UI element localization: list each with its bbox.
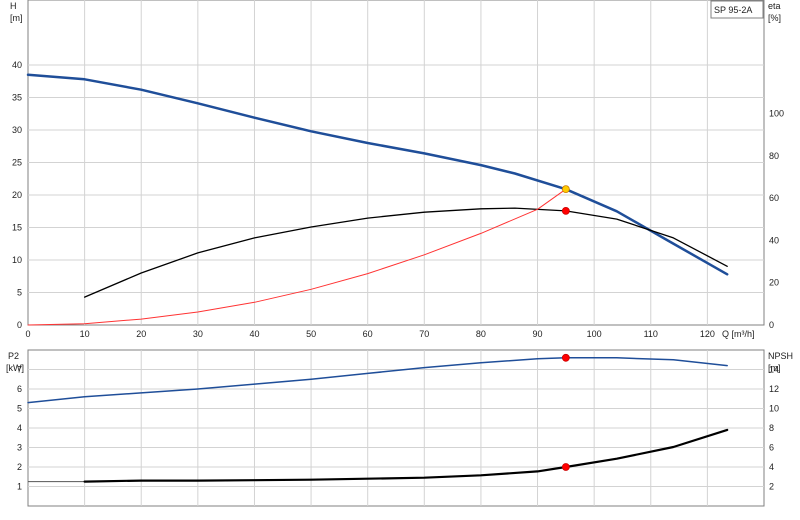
bottom-left-axis-label-line2: [kW] <box>6 363 24 373</box>
x-tick-label: 30 <box>193 329 203 339</box>
y-right-tick-label: 10 <box>769 404 779 414</box>
y-left-tick-label: 2 <box>17 462 22 472</box>
x-tick-label: 90 <box>533 329 543 339</box>
y-left-tick-label: 5 <box>17 288 22 298</box>
x-tick-label: 50 <box>306 329 316 339</box>
y-left-tick-label: 20 <box>12 190 22 200</box>
top-left-axis-label-line1: H <box>10 1 17 11</box>
x-tick-label: 0 <box>25 329 30 339</box>
x-tick-label: 80 <box>476 329 486 339</box>
y-left-tick-label: 4 <box>17 423 22 433</box>
y-right-tick-label: 20 <box>769 278 779 288</box>
bottom-right-axis-label-line2: [m] <box>768 363 781 373</box>
y-left-tick-label: 5 <box>17 404 22 414</box>
duty-point-marker <box>561 206 570 215</box>
x-tick-label: 120 <box>700 329 715 339</box>
x-tick-label: 100 <box>587 329 602 339</box>
y-left-tick-label: 0 <box>17 320 22 330</box>
y-left-tick-label: 25 <box>12 158 22 168</box>
y-right-tick-label: 12 <box>769 384 779 394</box>
y-left-tick-label: 15 <box>12 223 22 233</box>
y-right-tick-label: 8 <box>769 423 774 433</box>
duty-point-marker <box>561 185 570 194</box>
y-right-tick-label: 80 <box>769 151 779 161</box>
chart-title: SP 95-2A <box>714 5 752 15</box>
y-right-tick-label: 0 <box>769 320 774 330</box>
y-left-tick-label: 40 <box>12 60 22 70</box>
duty-point-marker <box>561 353 570 362</box>
y-right-tick-label: 100 <box>769 109 784 119</box>
y-left-tick-label: 10 <box>12 255 22 265</box>
y-right-tick-label: 6 <box>769 443 774 453</box>
x-tick-label: 20 <box>136 329 146 339</box>
bottom-left-axis-label-line1: P2 <box>8 351 19 361</box>
y-left-tick-label: 30 <box>12 125 22 135</box>
top-panel: 0 5 10 15 20 25 30 35 40 0 20 40 60 80 100 0 10 20 30 40 50 6… <box>10 0 784 339</box>
y-right-tick-label: 4 <box>769 462 774 472</box>
x-tick-label: 40 <box>249 329 259 339</box>
x-tick-label: 60 <box>363 329 373 339</box>
y-right-tick-label: 40 <box>769 235 779 245</box>
x-axis-label: Q [m³/h] <box>722 329 755 339</box>
bottom-right-axis-label-line1: NPSH <box>768 351 793 361</box>
bottom-panel: 12345672468101214 P2 [kW] NPSH [m] <box>6 349 793 507</box>
top-left-axis-label-line2: [m] <box>10 13 23 23</box>
y-left-tick-label: 3 <box>17 443 22 453</box>
pump-curve-chart: 05101520253035400204060801000 10 20 30 40 50 6… <box>6 0 793 507</box>
y-right-tick-label: 60 <box>769 193 779 203</box>
y-right-tick-label: 2 <box>769 482 774 492</box>
x-tick-label: 70 <box>419 329 429 339</box>
top-right-axis-label-line2: [%] <box>768 13 781 23</box>
x-tick-label: 10 <box>80 329 90 339</box>
y-left-tick-label: 6 <box>17 384 22 394</box>
duty-point-marker <box>561 463 570 471</box>
y-left-tick-label: 35 <box>12 93 22 103</box>
y-left-tick-label: 1 <box>17 482 22 492</box>
x-tick-label: 110 <box>644 329 658 339</box>
top-right-axis-label-line1: eta <box>768 1 781 11</box>
